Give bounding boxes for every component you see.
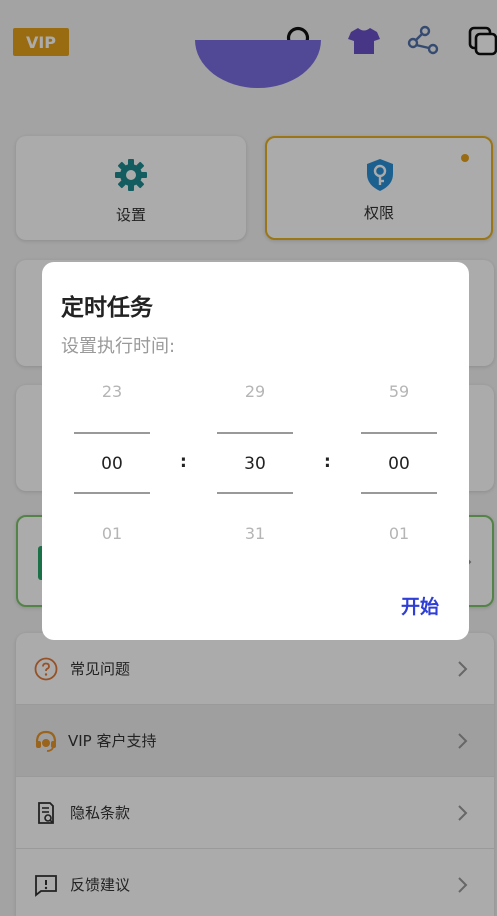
picker-divider — [361, 432, 437, 434]
picker-divider — [217, 432, 293, 434]
dialog-subtitle: 设置执行时间: — [61, 336, 176, 357]
picker-divider — [74, 492, 150, 494]
second-prev-value[interactable]: 59 — [361, 382, 437, 401]
picker-divider — [217, 492, 293, 494]
scheduled-task-dialog: 定时任务 设置执行时间: 23 00 01 : 29 30 31 : 59 00… — [42, 262, 469, 640]
second-picker[interactable]: 59 00 01 — [361, 372, 437, 562]
hour-picker[interactable]: 23 00 01 — [74, 372, 150, 562]
time-separator: : — [324, 452, 331, 472]
hour-next-value[interactable]: 01 — [74, 524, 150, 543]
second-next-value[interactable]: 01 — [361, 524, 437, 543]
picker-divider — [74, 432, 150, 434]
minute-prev-value[interactable]: 29 — [217, 382, 293, 401]
minute-next-value[interactable]: 31 — [217, 524, 293, 543]
hour-current-value[interactable]: 00 — [74, 454, 150, 474]
dialog-title: 定时任务 — [61, 295, 153, 321]
picker-divider — [361, 492, 437, 494]
start-button[interactable]: 开始 — [401, 592, 439, 619]
minute-picker[interactable]: 29 30 31 — [217, 372, 293, 562]
minute-current-value[interactable]: 30 — [217, 454, 293, 474]
second-current-value[interactable]: 00 — [361, 454, 437, 474]
time-separator: : — [180, 452, 187, 472]
hour-prev-value[interactable]: 23 — [74, 382, 150, 401]
